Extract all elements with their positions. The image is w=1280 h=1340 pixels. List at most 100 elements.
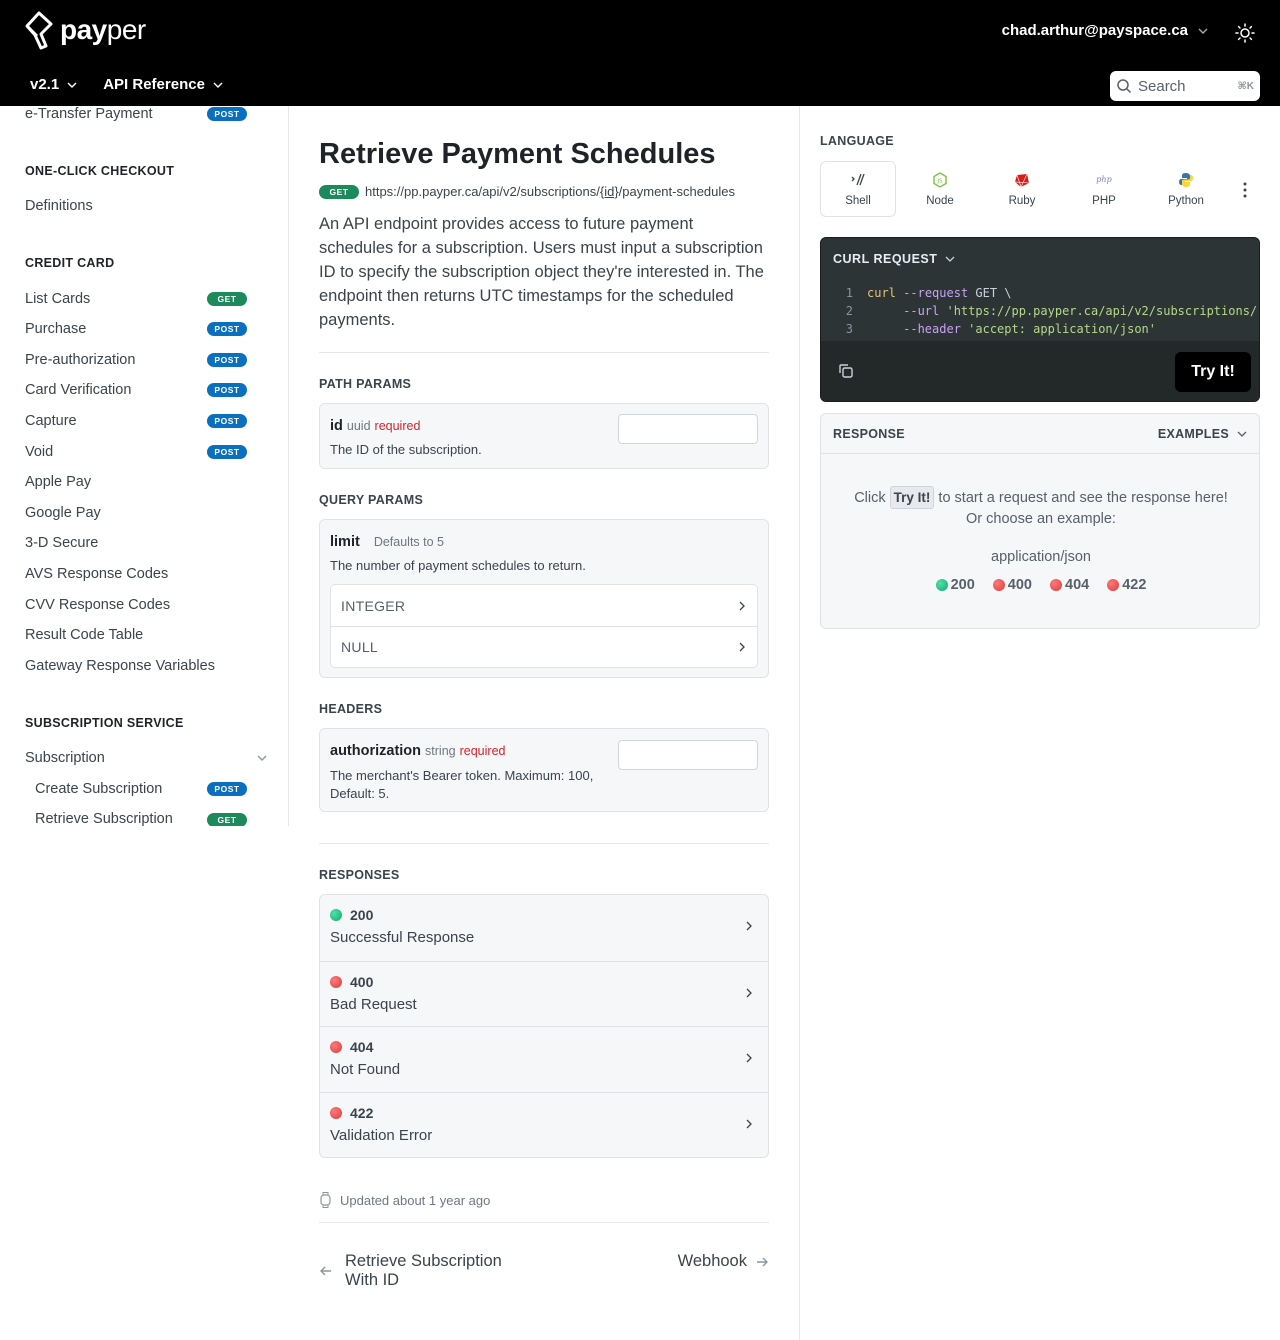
try-it-button[interactable]: Try It! bbox=[1175, 352, 1251, 392]
example-code: 422 bbox=[1122, 577, 1147, 593]
php-icon: php bbox=[1096, 175, 1111, 184]
sidebar-item-label: List Cards bbox=[25, 291, 91, 307]
sidebar-item-subscription[interactable]: Subscription bbox=[25, 750, 267, 766]
response-404[interactable]: 404 Not Found bbox=[320, 1026, 768, 1092]
watch-icon bbox=[320, 1192, 331, 1208]
code-block: 1 curl --request GET \ 2 --url 'https://pp… bbox=[845, 286, 1258, 336]
sidebar-item-void[interactable]: Void POST bbox=[25, 444, 247, 460]
language-picker: Shell JS Node Ruby php PHP Python bbox=[820, 161, 1224, 217]
param-limit: limit Defaults to 5 The number of payment… bbox=[319, 519, 769, 678]
brand-name: payper bbox=[60, 14, 146, 45]
example-400[interactable]: 400 bbox=[992, 577, 1032, 593]
status-dot bbox=[330, 1106, 342, 1119]
sidebar-item-purchase[interactable]: Purchase POST bbox=[25, 321, 247, 337]
language-label: Node bbox=[926, 195, 954, 207]
example-422[interactable]: 422 bbox=[1107, 577, 1146, 593]
type-option-null[interactable]: NULL bbox=[331, 626, 757, 667]
user-email: chad.arthur@payspace.ca bbox=[1001, 22, 1188, 39]
response-200[interactable]: 200 Successful Response bbox=[320, 895, 768, 961]
example-404[interactable]: 404 bbox=[1050, 577, 1089, 593]
chevron-right-icon bbox=[746, 1119, 752, 1128]
example-code: 400 bbox=[1007, 577, 1032, 593]
next-page-link[interactable]: Webhook bbox=[678, 1252, 769, 1271]
param-required: required bbox=[374, 419, 421, 433]
query-params-heading: QUERY PARAMS bbox=[319, 493, 424, 507]
param-name: id bbox=[330, 418, 343, 434]
response-422[interactable]: 422 Validation Error bbox=[320, 1091, 768, 1158]
search-icon bbox=[1117, 79, 1132, 94]
more-options-icon[interactable] bbox=[1239, 181, 1251, 199]
sun-icon[interactable] bbox=[1234, 22, 1256, 44]
payper-logo-icon bbox=[25, 11, 53, 50]
sidebar-item-capture[interactable]: Capture POST bbox=[25, 413, 247, 429]
sidebar-item-apple-pay[interactable]: Apple Pay bbox=[25, 474, 247, 490]
version-label: v2.1 bbox=[30, 76, 60, 93]
response-code: 404 bbox=[350, 1039, 374, 1055]
response-text: Validation Error bbox=[330, 1126, 433, 1144]
status-dot bbox=[330, 975, 342, 988]
sidebar-item-label: Pre-authorization bbox=[25, 352, 136, 368]
section-dropdown[interactable]: API Reference bbox=[103, 76, 223, 93]
sidebar-item-3d-secure[interactable]: 3-D Secure bbox=[25, 535, 247, 551]
method-badge: POST bbox=[207, 353, 247, 367]
copy-icon[interactable] bbox=[837, 362, 855, 380]
chevron-right-icon bbox=[739, 601, 745, 610]
param-description: The number of payment schedules to retur… bbox=[330, 558, 586, 573]
language-label: PHP bbox=[1092, 195, 1116, 207]
response-code: 400 bbox=[350, 973, 374, 990]
language-php[interactable]: php PHP bbox=[1066, 161, 1142, 217]
search-input[interactable]: Search ⌘K bbox=[1110, 71, 1260, 101]
response-heading: RESPONSE bbox=[833, 426, 905, 441]
example-200[interactable]: 200 bbox=[935, 577, 975, 593]
param-authorization: authorization string required The merchant… bbox=[319, 728, 769, 812]
response-400[interactable]: 400 Bad Request bbox=[320, 960, 768, 1027]
examples-dropdown[interactable]: EXAMPLES bbox=[1158, 427, 1247, 441]
sidebar-item-label: Google Pay bbox=[25, 505, 101, 521]
examples-label: EXAMPLES bbox=[1157, 426, 1229, 441]
svg-text:php: php bbox=[1096, 175, 1111, 184]
method-badge: POST bbox=[207, 445, 247, 459]
payper-logo[interactable]: payper bbox=[24, 10, 146, 50]
example-code: 200 bbox=[950, 577, 975, 593]
ruby-icon bbox=[1014, 173, 1030, 188]
prev-page-link[interactable]: Retrieve Subscription With ID bbox=[319, 1252, 502, 1290]
language-node[interactable]: JS Node bbox=[902, 161, 978, 217]
param-type: uuid bbox=[346, 419, 371, 433]
type-option-integer[interactable]: INTEGER bbox=[331, 585, 757, 626]
response-text: Bad Request bbox=[330, 995, 417, 1013]
sidebar-item-create-subscription[interactable]: Create Subscription POST bbox=[35, 781, 247, 797]
sidebar-item-result-code-table[interactable]: Result Code Table bbox=[25, 627, 247, 643]
header-nav: v2.1 API Reference bbox=[30, 76, 223, 93]
code-actions-bar: Try It! bbox=[821, 341, 1259, 401]
sidebar-item-retrieve-subscription[interactable]: Retrieve Subscription GET bbox=[35, 811, 247, 826]
code-title-dropdown[interactable]: CURL REQUEST bbox=[833, 252, 955, 266]
sidebar-item-definitions[interactable]: Definitions bbox=[25, 198, 247, 214]
language-python[interactable]: Python bbox=[1148, 161, 1224, 217]
user-menu[interactable]: chad.arthur@payspace.ca bbox=[1002, 22, 1208, 39]
param-default: Defaults to 5 bbox=[373, 535, 444, 549]
sidebar-item-etransfer-payment[interactable]: e-Transfer Payment POST bbox=[25, 106, 247, 122]
sidebar-item-label: Card Verification bbox=[25, 382, 132, 398]
chevron-down-icon bbox=[213, 82, 223, 88]
sidebar-item-pre-authorization[interactable]: Pre-authorization POST bbox=[25, 352, 247, 368]
language-label: Ruby bbox=[1008, 195, 1036, 207]
version-dropdown[interactable]: v2.1 bbox=[30, 76, 77, 93]
language-shell[interactable]: Shell bbox=[820, 161, 896, 217]
sidebar-item-list-cards[interactable]: List Cards GET bbox=[25, 291, 247, 307]
method-badge: POST bbox=[207, 322, 247, 336]
sidebar-item-gateway-response-variables[interactable]: Gateway Response Variables bbox=[25, 658, 247, 674]
section-label: API Reference bbox=[103, 76, 205, 93]
sidebar-item-cvv-response-codes[interactable]: CVV Response Codes bbox=[25, 597, 247, 613]
sidebar-item-google-pay[interactable]: Google Pay bbox=[25, 505, 247, 521]
headers-heading: HEADERS bbox=[319, 702, 383, 716]
authorization-input[interactable] bbox=[618, 740, 758, 770]
sidebar-item-card-verification[interactable]: Card Verification POST bbox=[25, 382, 247, 398]
path-params-heading: PATH PARAMS bbox=[319, 377, 412, 391]
sidebar-item-label: e-Transfer Payment bbox=[25, 106, 153, 122]
sidebar-heading: ONE-CLICK CHECKOUT bbox=[25, 164, 175, 178]
response-text: Successful Response bbox=[330, 929, 475, 946]
language-ruby[interactable]: Ruby bbox=[984, 161, 1060, 217]
id-input[interactable] bbox=[618, 414, 758, 444]
sidebar-item-label: Capture bbox=[25, 413, 77, 429]
sidebar-item-avs-response-codes[interactable]: AVS Response Codes bbox=[25, 566, 247, 582]
